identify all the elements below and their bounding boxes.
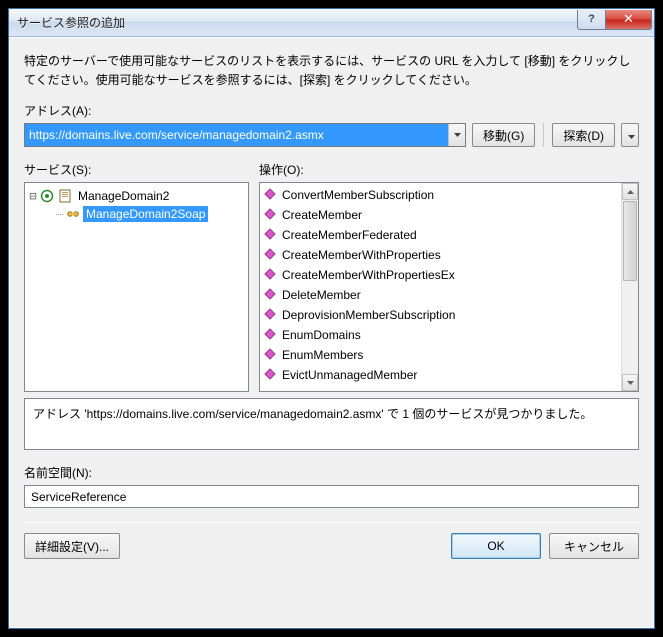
address-input[interactable] — [25, 124, 448, 146]
operation-label: DeprovisionMemberSubscription — [282, 308, 455, 322]
tree-child-label: ManageDomain2Soap — [83, 206, 208, 222]
advanced-button[interactable]: 詳細設定(V)... — [24, 533, 120, 559]
operation-label: CreateMemberFederated — [282, 228, 417, 242]
chevron-down-icon — [628, 135, 635, 139]
operation-icon — [264, 248, 278, 262]
scroll-up-button[interactable] — [622, 183, 638, 200]
address-combo[interactable] — [24, 123, 466, 147]
ok-button[interactable]: OK — [451, 533, 541, 559]
operation-item[interactable]: EnumDomains — [260, 325, 638, 345]
operation-label: CreateMemberWithPropertiesEx — [282, 268, 455, 282]
operations-scrollbar[interactable] — [621, 183, 638, 391]
operation-icon — [264, 268, 278, 282]
scroll-thumb[interactable] — [623, 201, 637, 281]
operation-item[interactable]: CreateMemberWithPropertiesEx — [260, 265, 638, 285]
services-label: サービス(S): — [24, 161, 249, 178]
operation-label: EnumMembers — [282, 348, 363, 362]
window-title: サービス参照の追加 — [17, 14, 577, 31]
operation-item[interactable]: DeleteMember — [260, 285, 638, 305]
operation-item[interactable]: CreateMemberFederated — [260, 225, 638, 245]
scroll-down-button[interactable] — [622, 374, 638, 391]
help-button[interactable]: ? — [577, 10, 606, 30]
instructions-text: 特定のサーバーで使用可能なサービスのリストを表示するには、サービスの URL を… — [24, 52, 639, 90]
cancel-button[interactable]: キャンセル — [549, 533, 639, 559]
namespace-label: 名前空間(N): — [24, 464, 639, 481]
operation-item[interactable]: EvictUnmanagedMember — [260, 365, 638, 385]
divider — [24, 522, 639, 523]
namespace-input[interactable] — [24, 485, 639, 508]
operation-icon — [264, 348, 278, 362]
operation-item[interactable]: DeprovisionMemberSubscription — [260, 305, 638, 325]
address-label: アドレス(A): — [24, 102, 639, 119]
operation-item[interactable]: CreateMember — [260, 205, 638, 225]
discover-dropdown-button[interactable] — [621, 123, 639, 147]
operation-icon — [264, 228, 278, 242]
titlebar: サービス参照の追加 ? ✕ — [9, 9, 654, 37]
tree-root-label: ManageDomain2 — [75, 188, 172, 204]
endpoint-icon — [65, 206, 81, 222]
close-button[interactable]: ✕ — [606, 10, 652, 30]
operations-list[interactable]: ConvertMemberSubscription CreateMember Cre… — [259, 182, 639, 392]
operation-icon — [264, 308, 278, 322]
tree-collapse-icon[interactable]: ⊟ — [27, 189, 39, 203]
address-dropdown-icon[interactable] — [448, 124, 465, 146]
operation-icon — [264, 188, 278, 202]
operation-item[interactable]: ConvertMemberSubscription — [260, 185, 638, 205]
tree-connector-icon: ···· — [55, 209, 63, 219]
dialog-add-service-reference: サービス参照の追加 ? ✕ 特定のサーバーで使用可能なサービスのリストを表示する… — [8, 8, 655, 629]
operation-icon — [264, 368, 278, 382]
operation-label: CreateMemberWithProperties — [282, 248, 441, 262]
operation-icon — [264, 208, 278, 222]
tree-root-item[interactable]: ⊟ ManageDomain2 — [27, 187, 246, 205]
operation-item[interactable]: EnumMembers — [260, 345, 638, 365]
operations-label: 操作(O): — [259, 161, 639, 178]
operation-item[interactable]: CreateMemberWithProperties — [260, 245, 638, 265]
operation-label: EvictUnmanagedMember — [282, 368, 417, 382]
client-area: 特定のサーバーで使用可能なサービスのリストを表示するには、サービスの URL を… — [9, 37, 654, 628]
tree-child-item[interactable]: ···· ManageDomain2Soap — [27, 205, 246, 223]
operation-icon — [264, 328, 278, 342]
operation-label: EnumDomains — [282, 328, 361, 342]
operation-icon — [264, 288, 278, 302]
discover-button[interactable]: 探索(D) — [552, 123, 615, 147]
service-globe-icon — [39, 188, 55, 204]
operation-label: ConvertMemberSubscription — [282, 188, 434, 202]
operation-label: CreateMember — [282, 208, 362, 222]
services-tree[interactable]: ⊟ ManageDomain2 ···· — [24, 182, 249, 392]
go-button[interactable]: 移動(G) — [472, 123, 535, 147]
status-text: アドレス 'https://domains.live.com/service/m… — [24, 398, 639, 450]
service-doc-icon — [57, 188, 73, 204]
operation-label: DeleteMember — [282, 288, 361, 302]
